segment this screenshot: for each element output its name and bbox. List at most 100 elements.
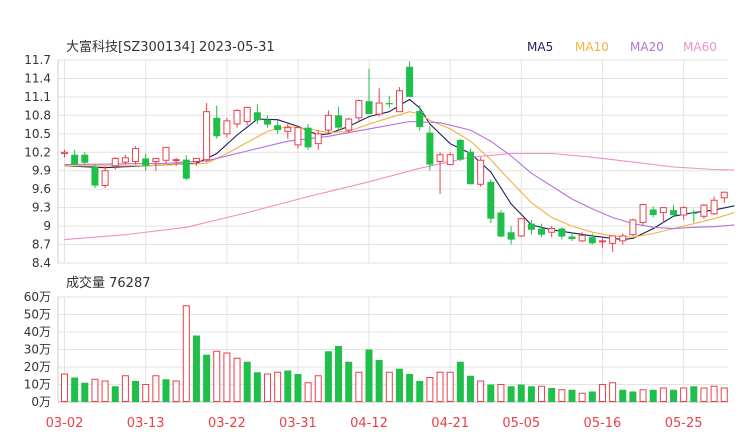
volume-bar-up	[274, 371, 282, 402]
candle	[213, 105, 221, 139]
volume-bar-down	[81, 382, 89, 402]
volume-bar-up	[314, 375, 322, 402]
volume-bar-up	[182, 305, 190, 402]
volume-bar-down	[375, 360, 383, 402]
candle-body-down	[416, 111, 424, 128]
volume-bar-down	[324, 351, 332, 402]
volume-tick-label: 50万	[24, 308, 51, 322]
candle-body-up	[477, 159, 485, 185]
candle	[345, 117, 353, 133]
candle-body-down	[690, 212, 698, 214]
volume-bar-up	[264, 373, 271, 402]
candle	[619, 233, 627, 245]
volume-bar-up	[121, 375, 129, 402]
volume-bar-up	[91, 378, 99, 402]
candle	[497, 210, 505, 238]
candlestick-layer	[61, 61, 728, 252]
volume-tick-label: 40万	[24, 325, 51, 339]
date-tick-label: 05-16	[584, 416, 622, 431]
candle	[162, 146, 170, 164]
legend-ma10: MA10	[575, 40, 609, 54]
candle-body-down	[527, 223, 535, 230]
candle	[426, 126, 434, 171]
candle	[406, 61, 414, 97]
volume-title: 成交量 76287	[66, 275, 151, 291]
volume-bar-up	[61, 373, 68, 402]
candle-body-down	[335, 115, 343, 128]
volume-bar-up	[639, 389, 647, 402]
volume-bar-down	[253, 372, 261, 402]
volume-bar-up	[497, 384, 505, 402]
volume-tick-label: 30万	[24, 343, 51, 357]
volume-bar-down	[243, 361, 251, 402]
candle-body-up	[233, 109, 241, 125]
candle	[203, 103, 211, 163]
candle	[274, 120, 282, 134]
candle-body-down	[588, 237, 596, 244]
candle	[101, 166, 109, 188]
candle	[416, 105, 424, 131]
volume-tick-label: 60万	[24, 290, 51, 304]
volume-bar-up	[101, 380, 109, 402]
candle-body-down	[91, 167, 99, 186]
volume-bar-up	[680, 387, 688, 402]
candle-body-down	[558, 228, 566, 237]
volume-bar-down	[517, 384, 525, 402]
volume-bar-up	[538, 385, 546, 402]
volume-bar-up	[720, 387, 728, 402]
volume-bar-down	[456, 361, 464, 402]
volume-bar-up	[233, 357, 241, 402]
volume-bar-up	[223, 352, 231, 402]
candle-body-down	[456, 139, 464, 160]
ma-line-ma5	[64, 98, 735, 241]
volume-bar-layer	[61, 305, 728, 402]
candle-body-up	[578, 234, 586, 242]
candle-body-up	[152, 157, 160, 162]
date-tick-label: 03-13	[127, 416, 165, 431]
candle-body-up	[395, 90, 403, 113]
candle-body-down	[81, 154, 89, 163]
volume-bar-up	[385, 371, 393, 402]
candle-body-up	[284, 127, 292, 132]
volume-bar-up	[446, 371, 454, 402]
volume-bar-down	[132, 381, 140, 402]
volume-bar-up	[213, 350, 221, 402]
candle-body-down	[385, 103, 393, 105]
candle-body-up	[680, 207, 688, 216]
volume-bar-down	[568, 389, 576, 402]
candle	[680, 206, 688, 220]
candle	[487, 179, 495, 224]
volume-bar-up	[578, 392, 586, 402]
volume-bar-up	[659, 387, 667, 402]
stock-chart-svg: 11.7 11.4 11.1 10.8 10.5 10.2 9.9 9.6 9.3 9 8.7 8.4…	[24, 39, 735, 431]
price-tick-label: 11.7	[24, 53, 51, 67]
price-tick-label: 10.2	[24, 145, 51, 159]
candle-body-up	[375, 102, 383, 115]
volume-bar-up	[142, 384, 150, 402]
volume-bar-down	[670, 389, 677, 402]
volume-bar-up	[152, 375, 160, 402]
volume-bar-down	[294, 374, 302, 402]
volume-bar-down	[487, 384, 495, 402]
candle-body-up	[314, 133, 322, 145]
date-tick-label: 03-31	[279, 416, 317, 431]
candle-body-up	[659, 207, 667, 214]
candle	[629, 218, 637, 236]
candle	[446, 152, 454, 166]
volume-bar-up	[700, 387, 708, 402]
legend-ma60: MA60	[683, 40, 717, 54]
volume-bar-down	[365, 349, 373, 402]
volume-bar-up	[558, 389, 566, 402]
candle	[395, 87, 403, 113]
date-tick-label: 04-21	[431, 416, 469, 431]
candle-body-up	[324, 114, 332, 131]
candle-body-down	[365, 101, 373, 115]
candle-body-down	[487, 181, 495, 219]
candle-body-up	[111, 157, 119, 167]
volume-tick-label: 20万	[24, 360, 51, 374]
volume-bar-down	[527, 386, 535, 402]
candle-body-up	[345, 118, 353, 131]
volume-bar-down	[629, 391, 637, 402]
date-tick-label: 05-05	[502, 416, 540, 431]
candle	[355, 99, 363, 122]
